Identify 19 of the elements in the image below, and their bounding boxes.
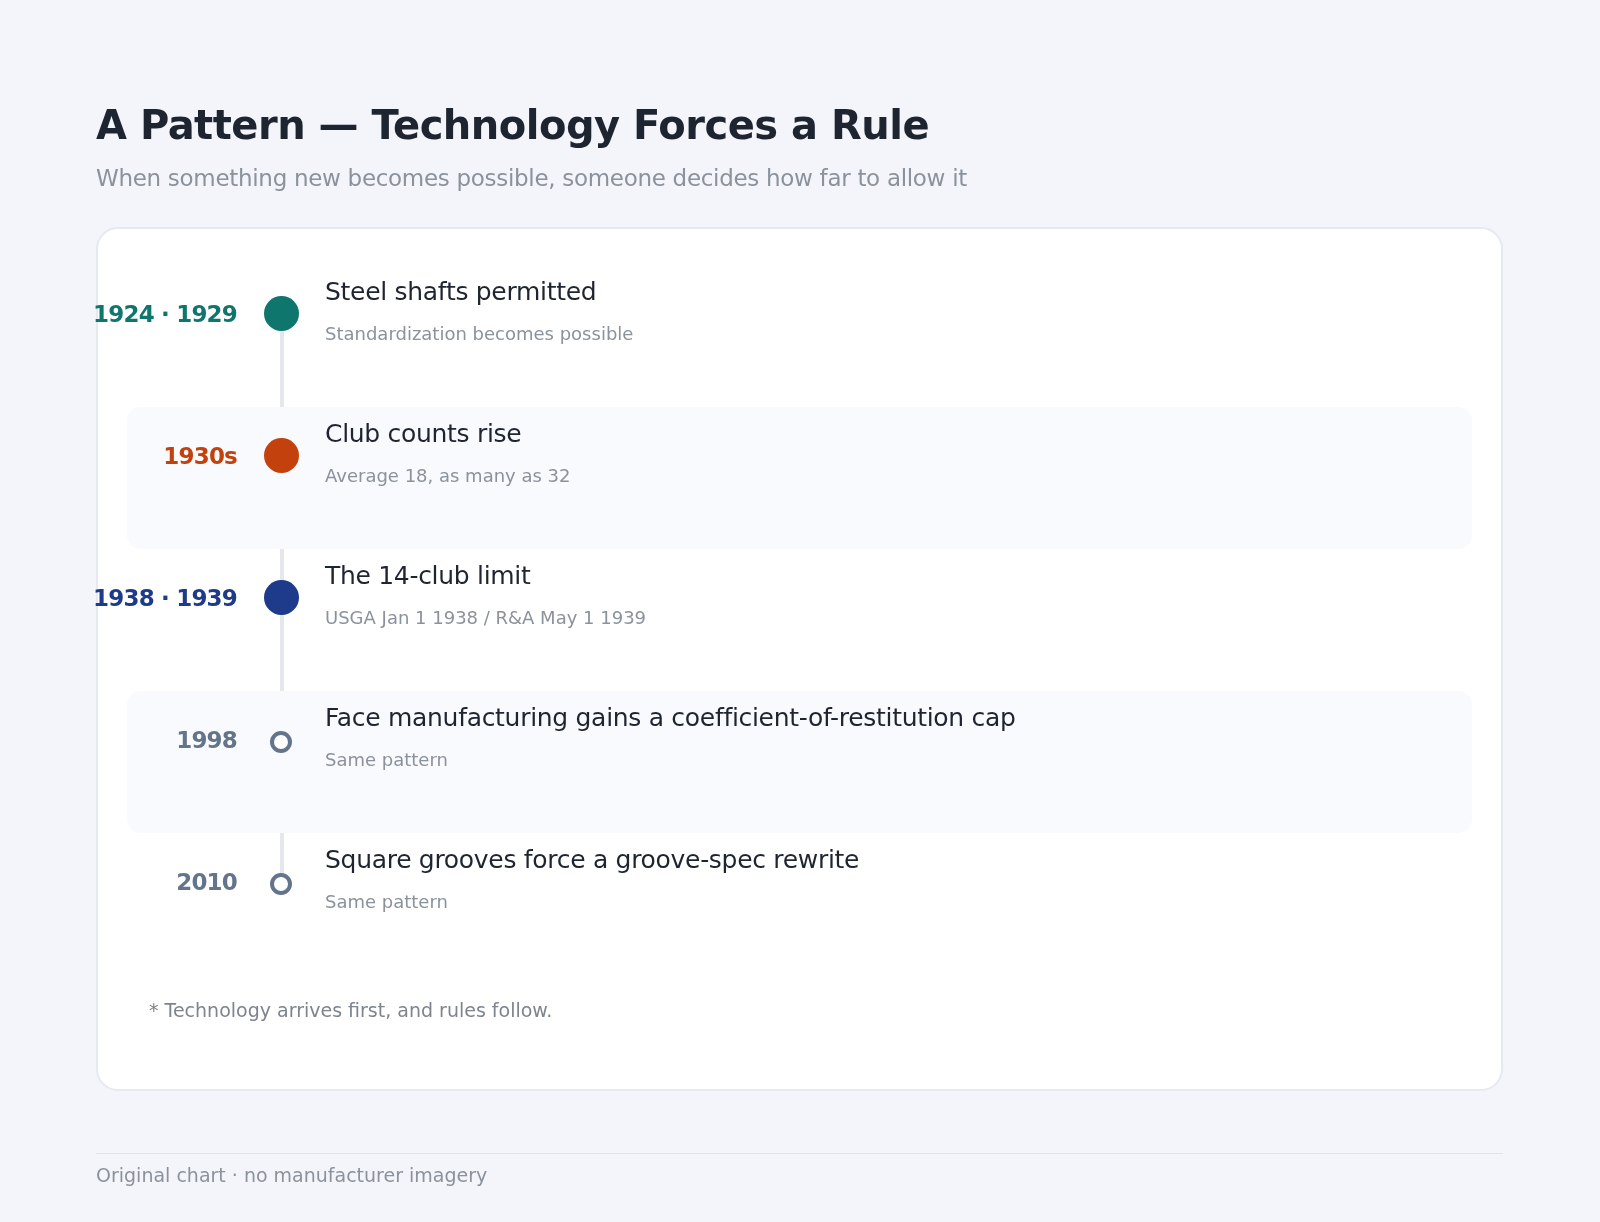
event-title: The 14-club limit	[325, 560, 532, 592]
event-period: 1938 · 1939	[93, 584, 237, 613]
event-title: Steel shafts permitted	[325, 276, 598, 308]
event-detail: USGA Jan 1 1938 / R&A May 1 1939	[325, 606, 648, 630]
event-detail: Same pattern	[325, 890, 449, 914]
event-title: Club counts rise	[325, 418, 523, 450]
footnote: * Technology arrives first, and rules follow.	[149, 999, 554, 1021]
footer-note: Original chart · no manufacturer imagery	[96, 1153, 1503, 1186]
event-period: 1998	[176, 726, 237, 755]
event-detail: Standardization becomes possible	[325, 322, 635, 346]
page-subtitle: When something new becomes possible, someone decides how far to allow it	[96, 164, 968, 193]
page-title: A Pattern — Technology Forces a Rule	[96, 101, 931, 150]
event-detail: Same pattern	[325, 748, 449, 772]
event-period: 1930s	[163, 442, 237, 471]
event-period: 2010	[176, 868, 237, 897]
event-title: Face manufacturing gains a coefficient-of-restitution cap	[325, 702, 1017, 734]
event-period: 1924 · 1929	[93, 300, 237, 329]
event-title: Square grooves force a groove-spec rewrite	[325, 844, 861, 876]
event-detail: Average 18, as many as 32	[325, 464, 572, 488]
